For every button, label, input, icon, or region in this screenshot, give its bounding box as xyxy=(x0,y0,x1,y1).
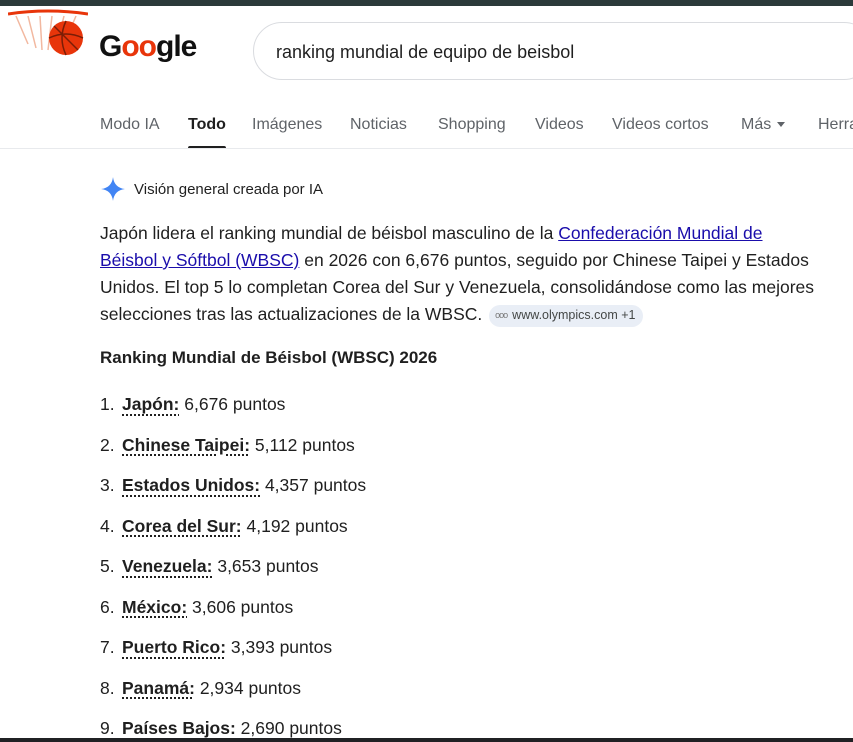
country-points: 2,934 puntos xyxy=(194,677,302,698)
rank-number: 6. xyxy=(100,596,115,617)
rank-number: 4. xyxy=(100,515,115,536)
country-name[interactable]: Corea del Sur: xyxy=(122,516,242,536)
country-name[interactable]: Venezuela: xyxy=(122,556,212,576)
country-points: 4,192 puntos xyxy=(241,515,348,536)
country-name[interactable]: Chinese Taipei: xyxy=(122,435,250,455)
google-logo[interactable]: Google xyxy=(99,30,197,64)
country-points: 3,653 puntos xyxy=(212,556,319,576)
olympic-rings-icon: ooo xyxy=(495,310,508,320)
country-points: 3,606 puntos xyxy=(187,596,294,617)
search-box[interactable] xyxy=(253,22,853,80)
tab-label: Shopping xyxy=(438,116,506,133)
ranking-section-title: Ranking Mundial de Béisbol (WBSC) 2026 xyxy=(100,348,438,367)
rank-number: 3. xyxy=(100,475,115,495)
logo-text-start: G xyxy=(99,30,122,63)
tab-label: Videos cortos xyxy=(612,116,709,133)
source-chip-label: www.olympics.com +1 xyxy=(512,308,636,322)
list-item: 8. Panamá: 2,934 puntos xyxy=(100,676,366,717)
list-item: 7. Puerto Rico: 3,393 puntos xyxy=(100,635,366,676)
country-points: 5,112 puntos xyxy=(250,434,355,455)
country-name[interactable]: Japón: xyxy=(122,394,179,414)
logo-text-end: gle xyxy=(156,30,197,63)
ai-overview-heading: Visión general creada por IA xyxy=(134,180,324,198)
tab-label: Más xyxy=(741,116,772,133)
tabs-divider xyxy=(0,148,853,149)
tab-videos-cortos[interactable]: Videos cortos xyxy=(612,113,709,149)
tab-label: Videos xyxy=(535,116,584,133)
logo-doodle-letters: oo xyxy=(121,30,157,63)
country-points: 6,676 puntos xyxy=(179,394,286,414)
sparkle-icon xyxy=(101,177,125,201)
rank-number: 1. xyxy=(100,394,115,414)
list-item: 3. Estados Unidos: 4,357 puntos xyxy=(100,473,366,514)
window-bottom-bar xyxy=(0,738,853,742)
rank-number: 8. xyxy=(100,677,115,698)
summary-text-1: Japón lidera el ranking mundial de béisb… xyxy=(100,223,559,243)
country-points: 3,393 puntos xyxy=(226,637,333,657)
country-name[interactable]: Puerto Rico: xyxy=(122,637,226,657)
rank-number: 9. xyxy=(100,718,115,738)
tab-todo[interactable]: Todo xyxy=(188,113,226,149)
tab-mas[interactable]: Más xyxy=(741,113,786,149)
window-top-bar xyxy=(0,0,853,6)
ai-overview-summary: Japón lidera el ranking mundial de béisb… xyxy=(100,220,820,328)
tab-videos[interactable]: Videos xyxy=(535,113,584,149)
rank-number: 5. xyxy=(100,556,115,576)
tab-herramientas[interactable]: Herra xyxy=(818,113,853,149)
tab-label: Imágenes xyxy=(252,116,323,133)
tab-modo-ia[interactable]: Modo IA xyxy=(100,113,160,149)
chevron-down-icon xyxy=(777,122,786,128)
tab-shopping[interactable]: Shopping xyxy=(438,113,506,149)
tab-label: Herra xyxy=(818,116,853,133)
tab-label: Modo IA xyxy=(100,116,160,133)
list-item: 5. Venezuela: 3,653 puntos xyxy=(100,554,366,595)
tab-noticias[interactable]: Noticias xyxy=(350,113,407,149)
country-points: 4,357 puntos xyxy=(260,475,367,495)
country-name[interactable]: Panamá: xyxy=(122,678,195,698)
rank-number: 7. xyxy=(100,637,115,657)
list-item: 1. Japón: 6,676 puntos xyxy=(100,392,366,433)
list-item: 2. Chinese Taipei: 5,112 puntos xyxy=(100,433,366,474)
tab-label: Noticias xyxy=(350,116,407,133)
search-input[interactable] xyxy=(276,37,836,67)
list-item: 4. Corea del Sur: 4,192 puntos xyxy=(100,514,366,555)
basketball-doodle-icon[interactable] xyxy=(8,4,88,66)
source-chip[interactable]: ooo www.olympics.com +1 xyxy=(489,304,644,327)
ranking-list: 1. Japón: 6,676 puntos 2. Chinese Taipei: … xyxy=(100,392,366,742)
country-name[interactable]: Estados Unidos: xyxy=(122,475,260,495)
tab-label: Todo xyxy=(188,116,226,133)
country-points: 2,690 puntos xyxy=(235,718,342,738)
list-item: 6. México: 3,606 puntos xyxy=(100,595,366,636)
tab-imagenes[interactable]: Imágenes xyxy=(252,113,322,149)
ai-overview-header: Visión general creada por IA xyxy=(100,175,323,203)
country-name[interactable]: Países Bajos: xyxy=(122,718,236,738)
rank-number: 2. xyxy=(100,434,115,455)
country-name[interactable]: México: xyxy=(122,597,187,617)
